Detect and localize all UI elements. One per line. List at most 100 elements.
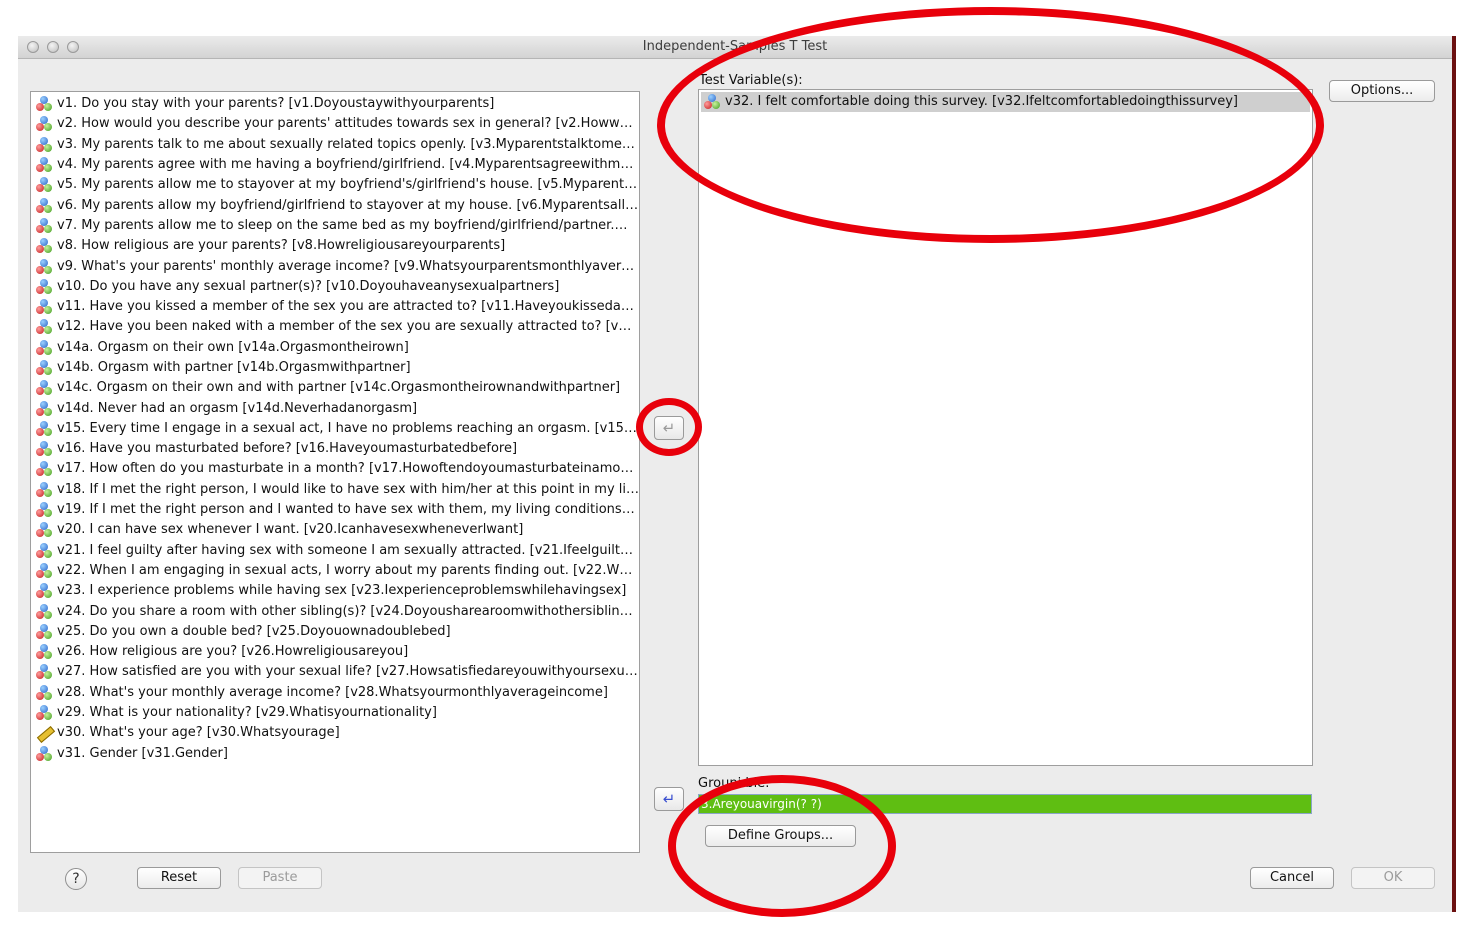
move-test-variable-button[interactable]: ↵ <box>654 416 684 440</box>
variable-list-item[interactable]: v14a. Orgasm on their own [v14a.Orgasmon… <box>31 338 639 358</box>
variable-list-item[interactable]: v7. My parents allow me to sleep on the … <box>31 216 639 236</box>
variable-label: v27. How satisfied are you with your sex… <box>57 664 638 680</box>
variable-list-item[interactable]: v15. Every time I engage in a sexual act… <box>31 419 639 439</box>
variable-label: v18. If I met the right person, I would … <box>57 481 639 497</box>
variable-label: v21. I feel guilty after having sex with… <box>57 542 639 558</box>
nominal-variable-icon <box>36 258 53 275</box>
nominal-variable-icon <box>36 217 53 234</box>
nominal-variable-icon <box>36 360 53 376</box>
variable-list-item[interactable]: v28. What's your monthly average income?… <box>31 683 639 703</box>
variable-label: v31. Gender [v31.Gender] <box>57 745 228 761</box>
variable-label: v14d. Never had an orgasm [v14d.Neverhad… <box>57 400 418 416</box>
variable-list-item[interactable]: v26. How religious are you? [v26.Howreli… <box>31 642 639 662</box>
variable-list-item[interactable]: v31. Gender [v31.Gender] <box>31 744 639 764</box>
options-button[interactable]: Options... <box>1329 80 1435 102</box>
variable-list-item[interactable]: v20. I can have sex whenever I want. [v2… <box>31 520 639 540</box>
cancel-button[interactable]: Cancel <box>1250 867 1334 889</box>
variable-list-item[interactable]: v11. Have you kissed a member of the sex… <box>31 297 639 317</box>
nominal-variable-icon <box>36 96 53 112</box>
variable-label: v15. Every time I engage in a sexual act… <box>57 420 637 436</box>
variable-label: v26. How religious are you? [v26.Howreli… <box>57 644 409 660</box>
nominal-variable-icon <box>36 278 53 295</box>
window-title: Independent-Samples T Test <box>642 39 828 54</box>
variable-list-item[interactable]: v12. Have you been naked with a member o… <box>31 317 639 337</box>
nominal-variable-icon <box>36 745 53 762</box>
help-icon[interactable]: ? <box>65 868 87 890</box>
nominal-variable-icon <box>36 116 53 132</box>
variable-label: v29. What is your nationality? [v29.What… <box>57 705 437 721</box>
variable-label: v3. My parents talk to me about sexually… <box>57 136 635 152</box>
nominal-variable-icon <box>36 238 53 254</box>
variable-list-item[interactable]: v14b. Orgasm with partner [v14b.Orgasmwi… <box>31 358 639 378</box>
variable-list-item[interactable]: v1. Do you stay with your parents? [v1.D… <box>31 94 639 114</box>
nominal-variable-icon <box>36 380 53 396</box>
variable-label: v25. Do you own a double bed? [v25.Doyou… <box>57 623 451 639</box>
move-grouping-variable-button[interactable]: ↵ <box>654 787 684 811</box>
variable-label: v24. Do you share a room with other sibl… <box>57 603 639 619</box>
variable-list-item[interactable]: v8. How religious are your parents? [v8.… <box>31 236 639 256</box>
variable-label: v4. My parents agree with me having a bo… <box>57 157 634 173</box>
variable-label: v28. What's your monthly average income?… <box>57 684 608 700</box>
nominal-variable-icon <box>36 461 53 477</box>
grouping-variable-field[interactable]: 3.Areyouavirgin(? ?) <box>698 794 1312 814</box>
arrow-left-icon: ↵ <box>662 419 676 437</box>
variable-list-item[interactable]: v22. When I am engaging in sexual acts, … <box>31 561 639 581</box>
titlebar: Independent-Samples T Test <box>18 36 1452 59</box>
test-variables-list[interactable]: v32. I felt comfortable doing this surve… <box>698 89 1313 766</box>
nominal-variable-icon <box>36 705 53 721</box>
variable-list-item[interactable]: v6. My parents allow my boyfriend/girlfr… <box>31 195 639 215</box>
variable-list-item[interactable]: v19. If I met the right person and I wan… <box>31 500 639 520</box>
variable-label: v14c. Orgasm on their own and with partn… <box>57 380 621 396</box>
nominal-variable-icon <box>36 441 53 457</box>
variable-label: v20. I can have sex whenever I want. [v2… <box>57 522 524 538</box>
variable-list-item[interactable]: v14c. Orgasm on their own and with partn… <box>31 378 639 398</box>
variable-list-item[interactable]: v4. My parents agree with me having a bo… <box>31 155 639 175</box>
variable-list-item[interactable]: v30. What's your age? [v30.Whatsyourage] <box>31 723 639 744</box>
variable-list-item[interactable]: v17. How often do you masturbate in a mo… <box>31 459 639 479</box>
variable-label: v23. I experience problems while having … <box>57 583 627 599</box>
variable-list-item[interactable]: v5. My parents allow me to stayover at m… <box>31 175 639 195</box>
variable-list-item[interactable]: v3. My parents talk to me about sexually… <box>31 135 639 155</box>
variable-label: v12. Have you been naked with a member o… <box>57 319 639 335</box>
variable-label: v6. My parents allow my boyfriend/girlfr… <box>57 197 639 213</box>
variable-list-item[interactable]: v29. What is your nationality? [v29.What… <box>31 703 639 723</box>
nominal-variable-icon <box>36 157 53 173</box>
variable-list-item[interactable]: v23. I experience problems while having … <box>31 581 639 601</box>
nominal-variable-icon <box>36 542 53 559</box>
variable-list-item[interactable]: v25. Do you own a double bed? [v25.Doyou… <box>31 622 639 642</box>
variable-list-item[interactable]: v2. How would you describe your parents'… <box>31 114 639 134</box>
nominal-variable-icon <box>36 644 53 660</box>
variable-list-item[interactable]: v27. How satisfied are you with your sex… <box>31 662 639 682</box>
variable-label: v7. My parents allow me to sleep on the … <box>57 217 628 233</box>
nominal-variable-icon <box>36 420 53 437</box>
variable-list-item[interactable]: v18. If I met the right person, I would … <box>31 480 639 500</box>
variable-list-item[interactable]: v21. I feel guilty after having sex with… <box>31 541 639 561</box>
nominal-variable-icon <box>36 664 53 680</box>
variable-label: v14a. Orgasm on their own [v14a.Orgasmon… <box>57 339 409 355</box>
variable-label: v8. How religious are your parents? [v8.… <box>57 238 506 254</box>
nominal-variable-icon <box>36 299 53 315</box>
variable-list-item[interactable]: v16. Have you masturbated before? [v16.H… <box>31 439 639 459</box>
nominal-variable-icon <box>36 562 53 579</box>
nominal-variable-icon <box>36 136 53 153</box>
nominal-variable-icon <box>704 94 721 110</box>
ok-button[interactable]: OK <box>1351 867 1435 889</box>
variable-label: v9. What's your parents' monthly average… <box>57 258 639 274</box>
test-variable-item[interactable]: v32. I felt comfortable doing this surve… <box>701 92 1310 112</box>
variable-list-item[interactable]: v14d. Never had an orgasm [v14d.Neverhad… <box>31 398 639 418</box>
test-variables-label: Test Variable(s): <box>699 73 803 88</box>
variable-list-item[interactable]: v10. Do you have any sexual partner(s)? … <box>31 277 639 297</box>
reset-button[interactable]: Reset <box>137 867 221 889</box>
variable-label: v17. How often do you masturbate in a mo… <box>57 461 639 477</box>
variable-list-item[interactable]: v24. Do you share a room with other sibl… <box>31 601 639 621</box>
nominal-variable-icon <box>36 522 53 538</box>
paste-button[interactable]: Paste <box>238 867 322 889</box>
define-groups-button[interactable]: Define Groups... <box>705 825 856 847</box>
nominal-variable-icon <box>36 339 53 356</box>
variable-list-item[interactable]: v9. What's your parents' monthly average… <box>31 256 639 276</box>
variable-label: v10. Do you have any sexual partner(s)? … <box>57 278 560 294</box>
variable-label: v19. If I met the right person and I wan… <box>57 502 635 518</box>
source-variable-list[interactable]: v1. Do you stay with your parents? [v1.D… <box>30 91 640 853</box>
variable-label: v2. How would you describe your parents'… <box>57 116 633 132</box>
nominal-variable-icon <box>36 400 53 417</box>
